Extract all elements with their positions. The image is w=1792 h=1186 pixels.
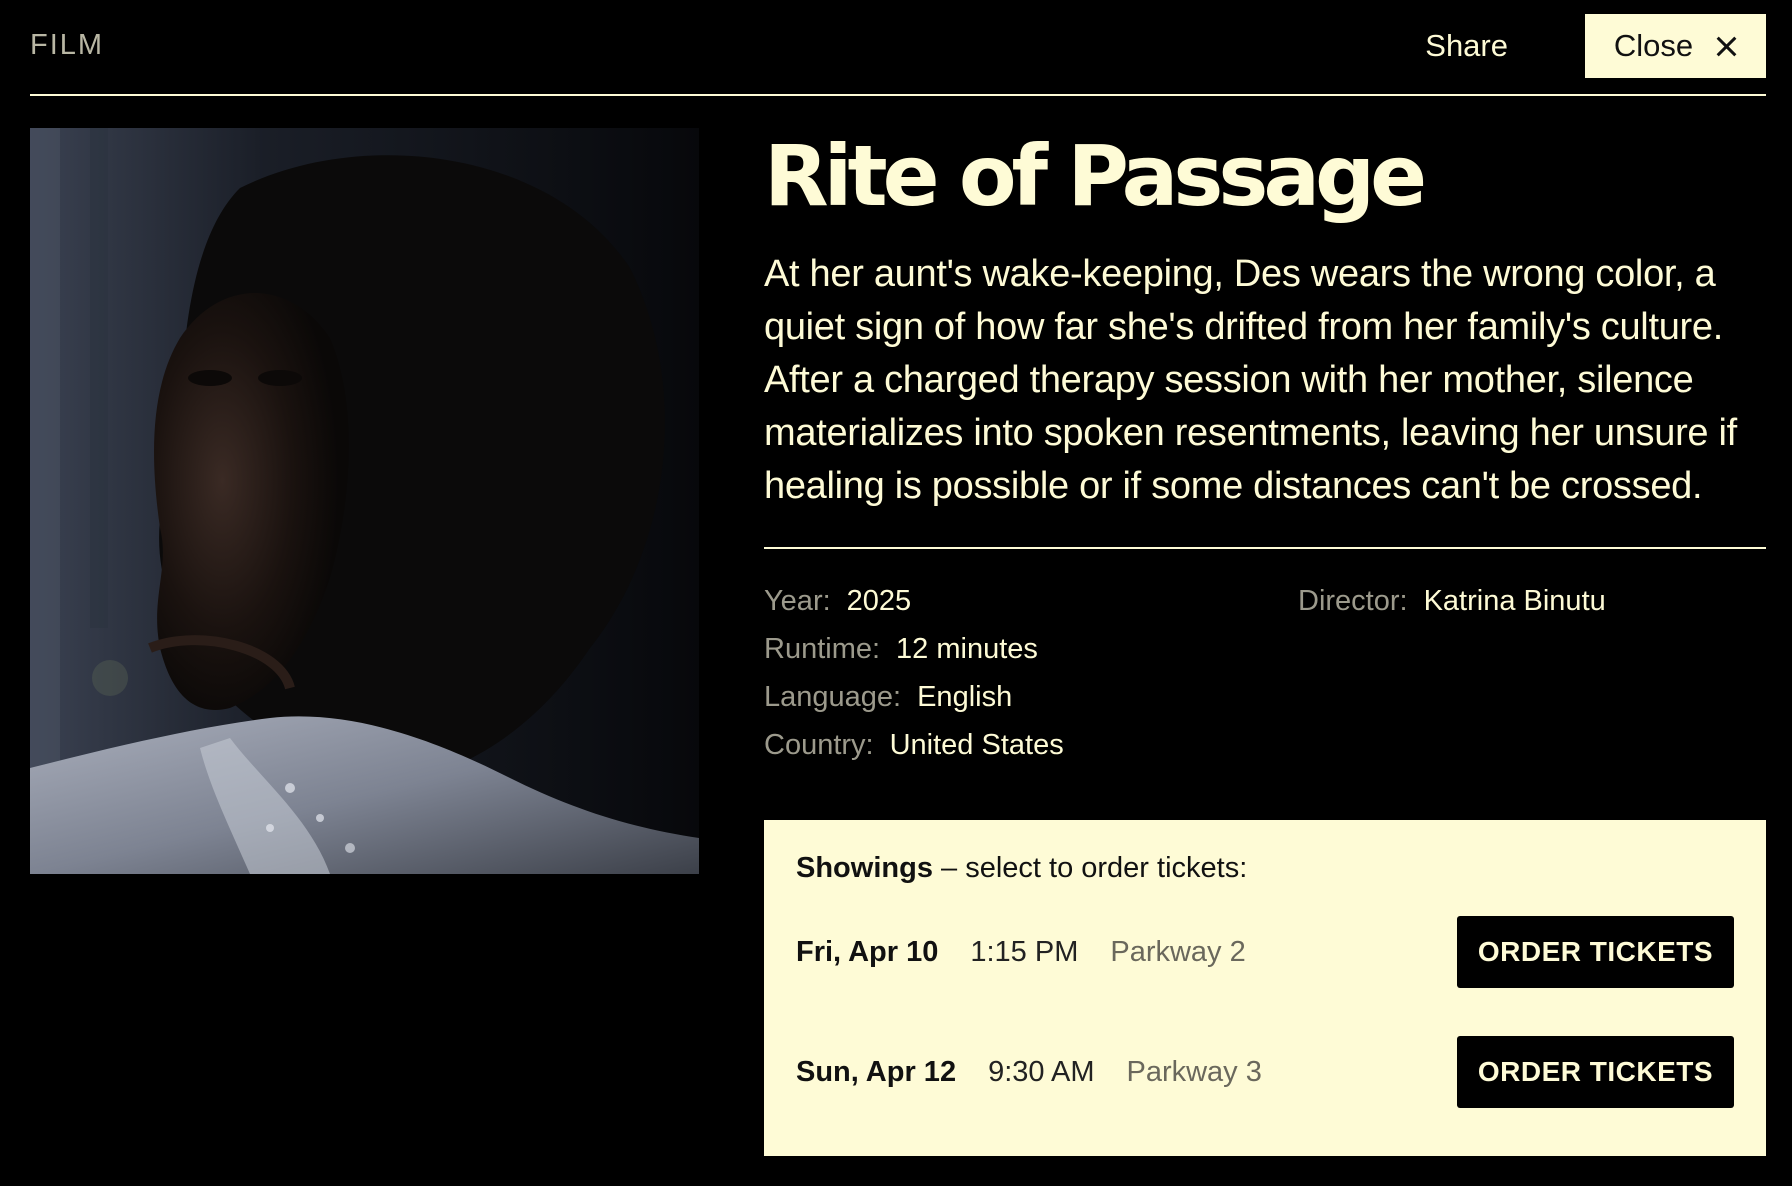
- showing-row: Fri, Apr 10 1:15 PM Parkway 2 ORDER TICK…: [796, 916, 1734, 988]
- country-label: Country:: [764, 729, 874, 761]
- film-metadata: Year: 2025 Runtime: 12 minutes Language: En…: [764, 577, 1766, 807]
- year-row: Year: 2025: [764, 577, 1064, 625]
- language-label: Language:: [764, 681, 902, 713]
- showings-panel: Showings – select to order tickets: Fri,…: [764, 820, 1766, 1156]
- country-value: United States: [889, 729, 1064, 761]
- director-label: Director:: [1298, 585, 1408, 617]
- showings-heading: Showings: [796, 852, 933, 884]
- runtime-row: Runtime: 12 minutes: [764, 625, 1064, 673]
- close-icon: [1715, 35, 1737, 57]
- showings-header: Showings – select to order tickets:: [796, 852, 1247, 885]
- showings-subheading: – select to order tickets:: [932, 852, 1248, 884]
- divider: [764, 547, 1766, 549]
- showing-date: Sun, Apr 12: [796, 1055, 957, 1088]
- showing-venue: Parkway 3: [1126, 1055, 1262, 1088]
- showing-time: 1:15 PM: [970, 935, 1079, 968]
- year-value: 2025: [846, 585, 912, 617]
- country-row: Country: United States: [764, 721, 1064, 769]
- top-bar: FILM Share Close: [30, 0, 1766, 96]
- film-title: Rite of Passage: [764, 127, 1427, 225]
- showing-time: 9:30 AM: [988, 1055, 1095, 1088]
- year-label: Year:: [764, 585, 831, 617]
- share-button[interactable]: Share: [1425, 28, 1508, 64]
- director-value: Katrina Binutu: [1423, 585, 1606, 617]
- close-button[interactable]: Close: [1585, 14, 1766, 78]
- language-value: English: [917, 681, 1013, 713]
- film-still-image: [30, 128, 699, 874]
- section-label: FILM: [30, 29, 105, 61]
- metadata-right-column: Director: Katrina Binutu: [1298, 577, 1606, 625]
- showing-row: Sun, Apr 12 9:30 AM Parkway 3 ORDER TICK…: [796, 1036, 1734, 1108]
- language-row: Language: English: [764, 673, 1064, 721]
- runtime-label: Runtime:: [764, 633, 881, 665]
- film-synopsis: At her aunt's wake-keeping, Des wears th…: [764, 253, 1737, 507]
- runtime-value: 12 minutes: [896, 633, 1038, 665]
- metadata-left-column: Year: 2025 Runtime: 12 minutes Language: En…: [764, 577, 1064, 769]
- order-tickets-button[interactable]: ORDER TICKETS: [1457, 1036, 1734, 1108]
- order-tickets-button[interactable]: ORDER TICKETS: [1457, 916, 1734, 988]
- close-button-label: Close: [1613, 28, 1694, 63]
- director-row: Director: Katrina Binutu: [1298, 577, 1606, 625]
- showing-venue: Parkway 2: [1110, 935, 1246, 968]
- showing-date: Fri, Apr 10: [796, 935, 939, 968]
- film-details: Rite of Passage At her aunt's wake-keepi…: [764, 128, 1766, 807]
